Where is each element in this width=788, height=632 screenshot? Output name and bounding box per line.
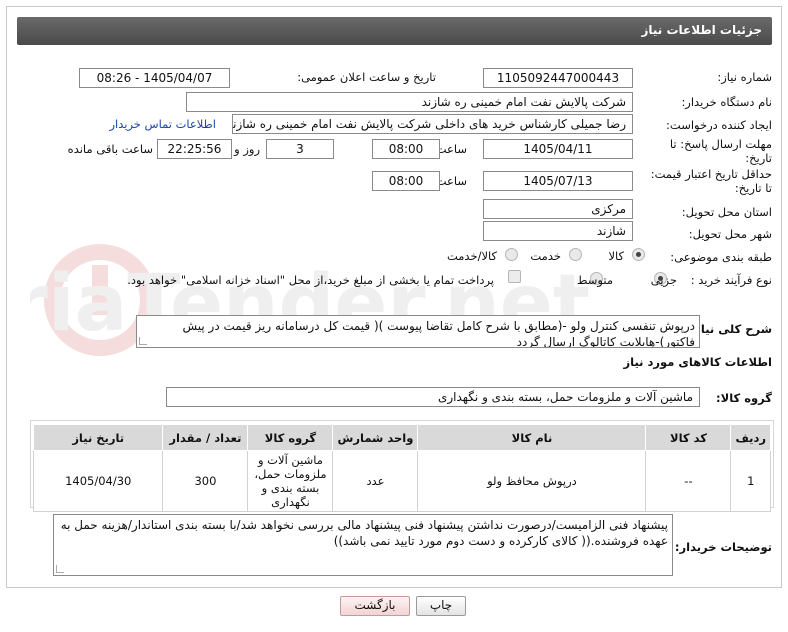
buyer-notes-label: توضیحات خریدار: — [674, 540, 772, 554]
category-radio-goods-service[interactable] — [505, 248, 518, 261]
back-button[interactable]: بازگشت — [340, 596, 410, 616]
buyer-org-label: نام دستگاه خریدار: — [681, 95, 772, 109]
reply-days-field[interactable]: 3 — [266, 139, 334, 159]
resize-handle-icon[interactable] — [139, 337, 147, 345]
price-validity-label: حداقل تاریخ اعتبار قیمت: — [650, 167, 772, 181]
col-group-header: گروه کالا — [247, 424, 334, 451]
reply-time-label: ساعت — [435, 142, 467, 156]
col-code-header: کد کالا — [645, 424, 732, 451]
category-radio-service[interactable] — [569, 248, 582, 261]
process-option-minor: جزیی — [650, 273, 677, 287]
buyer-org-field[interactable]: شرکت پالایش نفت امام خمینی ره شازند — [186, 92, 633, 112]
delivery-province-label: استان محل تحویل: — [681, 205, 772, 219]
page: AriaTender.net جزئیات اطلاعات نیاز شماره… — [0, 0, 788, 632]
goods-section-title: اطلاعات کالاهای مورد نیاز — [623, 355, 772, 369]
delivery-city-field[interactable]: شازند — [483, 221, 633, 241]
col-qty-header: تعداد / مقدار — [162, 424, 249, 451]
price-validity-time-label: ساعت — [435, 174, 467, 188]
cell-unit: عدد — [332, 450, 419, 512]
goods-table: ردیف کد کالا نام کالا واحد شمارش گروه کا… — [32, 424, 771, 512]
purchase-process-label: نوع فرآیند خرید : — [690, 273, 772, 287]
page-title: جزئیات اطلاعات نیاز — [641, 23, 762, 37]
announce-datetime-label: تاریخ و ساعت اعلان عمومی: — [297, 70, 436, 84]
col-date-header: تاریخ نیاز — [32, 424, 164, 451]
cell-qty: 300 — [162, 450, 249, 512]
treasury-bonds-checkbox[interactable] — [508, 270, 521, 283]
col-unit-header: واحد شمارش — [332, 424, 419, 451]
need-summary-field[interactable]: درپوش تنفسی کنترل ولو -(مطابق با شرح کام… — [136, 315, 700, 348]
cell-code: -- — [645, 450, 732, 512]
treasury-bonds-note: پرداخت تمام یا بخشی از مبلغ خرید،از محل … — [127, 273, 494, 287]
buyer-notes-text: پیشنهاد فنی الزامیست/درصورت نداشتن پیشنه… — [60, 518, 668, 548]
category-radio-goods[interactable] — [632, 248, 645, 261]
category-option-goods-service: کالا/خدمت — [446, 249, 497, 263]
process-option-medium: متوسط — [576, 273, 613, 287]
category-option-service: خدمت — [530, 249, 561, 263]
goods-group-label: گروه کالا: — [716, 391, 772, 405]
need-number-label: شماره نیاز: — [717, 70, 772, 84]
goods-table-header: ردیف کد کالا نام کالا واحد شمارش گروه کا… — [32, 424, 771, 451]
reply-days-label: روز و — [234, 142, 260, 156]
buyer-notes-field[interactable]: پیشنهاد فنی الزامیست/درصورت نداشتن پیشنه… — [53, 514, 673, 576]
reply-deadline-label: مهلت ارسال پاسخ: تا — [669, 137, 772, 151]
col-name-header: نام کالا — [417, 424, 647, 451]
goods-group-field[interactable]: ماشین آلات و ملزومات حمل، بسته بندی و نگ… — [166, 387, 700, 407]
announce-datetime-field[interactable]: 1405/04/07 - 08:26 — [79, 68, 230, 88]
cell-date: 1405/04/30 — [32, 450, 164, 512]
delivery-city-label: شهر محل تحویل: — [688, 227, 772, 241]
remaining-time-label: ساعت باقی مانده — [67, 142, 153, 156]
category-label: طبقه بندی موضوعی: — [670, 250, 772, 264]
resize-handle-icon[interactable] — [56, 565, 64, 573]
print-button[interactable]: چاپ — [416, 596, 466, 616]
need-summary-text: درپوش تنفسی کنترل ولو -(مطابق با شرح کام… — [182, 319, 695, 348]
reply-deadline-label-2: تاریخ: — [745, 151, 772, 165]
cell-row: 1 — [730, 450, 771, 512]
col-row-header: ردیف — [730, 424, 771, 451]
requester-label: ایجاد کننده درخواست: — [666, 118, 772, 132]
price-validity-label-2: تا تاریخ: — [734, 181, 772, 195]
requester-field[interactable]: رضا جمیلی کارشناس خرید های داخلی شرکت پا… — [232, 114, 633, 134]
need-number-field[interactable]: 1105092447000443 — [483, 68, 633, 88]
need-summary-label: شرح کلی نیاز: — [689, 322, 772, 336]
cell-name: درپوش محافظ ولو — [417, 450, 647, 512]
category-option-goods: کالا — [608, 249, 624, 263]
header-bar: جزئیات اطلاعات نیاز — [17, 17, 772, 45]
remaining-time-field[interactable]: 22:25:56 — [157, 139, 232, 159]
price-validity-time[interactable]: 08:00 — [372, 171, 440, 191]
buyer-contact-link[interactable]: اطلاعات تماس خریدار — [109, 117, 216, 131]
cell-group: ماشین آلات و ملزومات حمل، بسته بندی و نگ… — [247, 450, 334, 512]
delivery-province-field[interactable]: مرکزی — [483, 199, 633, 219]
reply-deadline-time[interactable]: 08:00 — [372, 139, 440, 159]
price-validity-date[interactable]: 1405/07/13 — [483, 171, 633, 191]
table-row[interactable]: 1 -- درپوش محافظ ولو عدد ماشین آلات و مل… — [32, 450, 771, 512]
reply-deadline-date[interactable]: 1405/04/11 — [483, 139, 633, 159]
